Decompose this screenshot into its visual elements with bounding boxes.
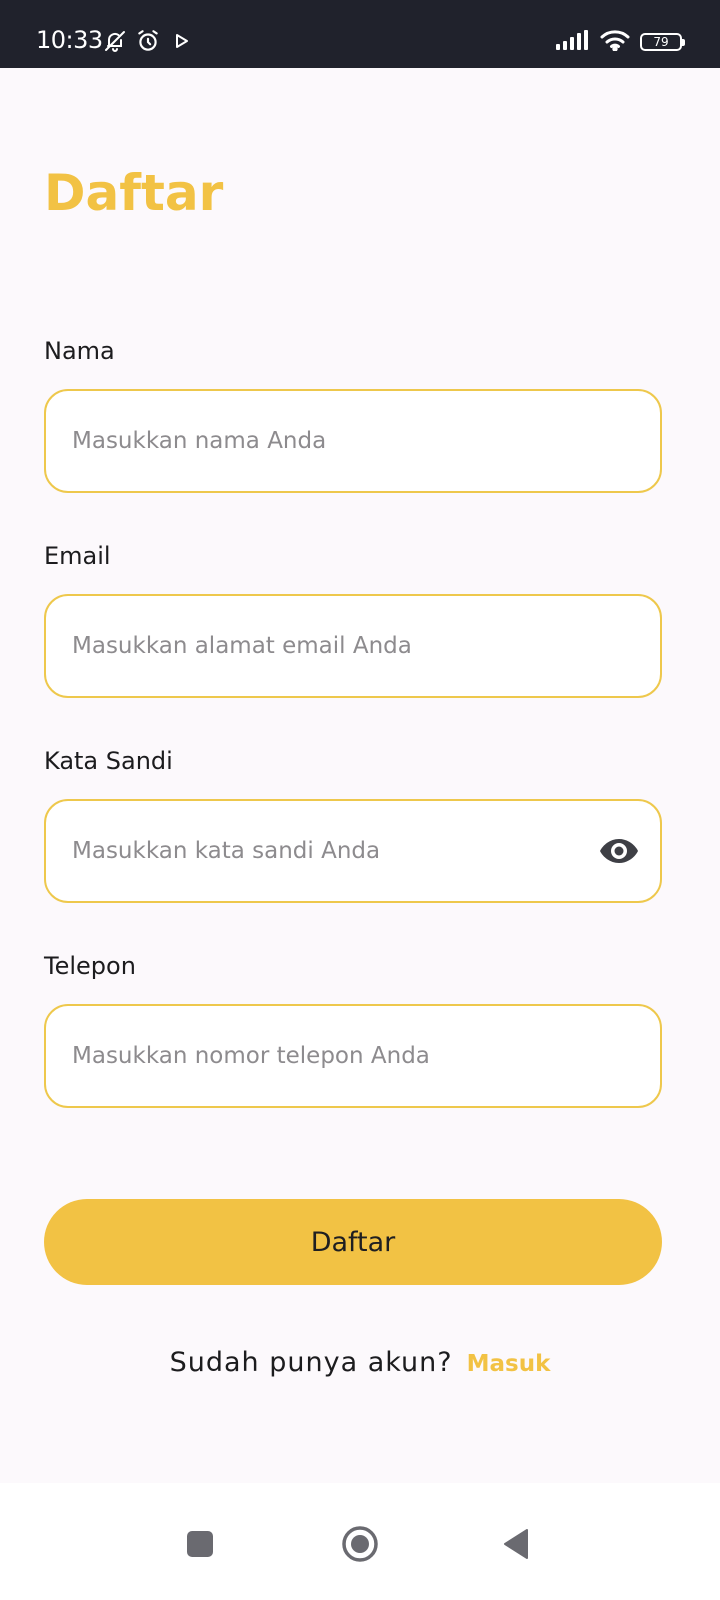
password-input[interactable]	[72, 801, 592, 901]
email-input[interactable]	[72, 596, 592, 696]
status-time: 10:33	[36, 26, 103, 54]
eye-icon[interactable]	[598, 834, 640, 868]
phone-field	[44, 1004, 662, 1108]
login-prompt: Sudah punya akun?	[169, 1347, 453, 1378]
login-link[interactable]: Masuk	[467, 1351, 551, 1377]
battery-level: 79	[653, 35, 669, 49]
name-label: Nama	[44, 337, 115, 365]
password-label: Kata Sandi	[44, 747, 173, 775]
name-input[interactable]	[72, 391, 592, 491]
email-field	[44, 594, 662, 698]
play-icon	[175, 33, 189, 53]
login-row: Sudah punya akun? Masuk	[0, 1347, 720, 1378]
signal-icon	[556, 30, 590, 54]
navigation-bar	[0, 1483, 720, 1600]
recents-square-icon[interactable]	[175, 1519, 225, 1569]
bell-off-icon	[103, 29, 127, 57]
password-field	[44, 799, 662, 903]
status-bar: 10:33 79	[0, 0, 720, 68]
register-button[interactable]: Daftar	[44, 1199, 662, 1285]
home-circle-icon[interactable]	[335, 1519, 385, 1569]
phone-label: Telepon	[44, 952, 136, 980]
back-triangle-icon[interactable]	[491, 1519, 541, 1569]
wifi-icon	[600, 29, 630, 55]
phone-input[interactable]	[72, 1006, 592, 1106]
name-field	[44, 389, 662, 493]
battery-icon: 79	[640, 33, 685, 51]
email-label: Email	[44, 542, 111, 570]
alarm-icon	[135, 28, 161, 58]
page-title: Daftar	[44, 164, 224, 222]
